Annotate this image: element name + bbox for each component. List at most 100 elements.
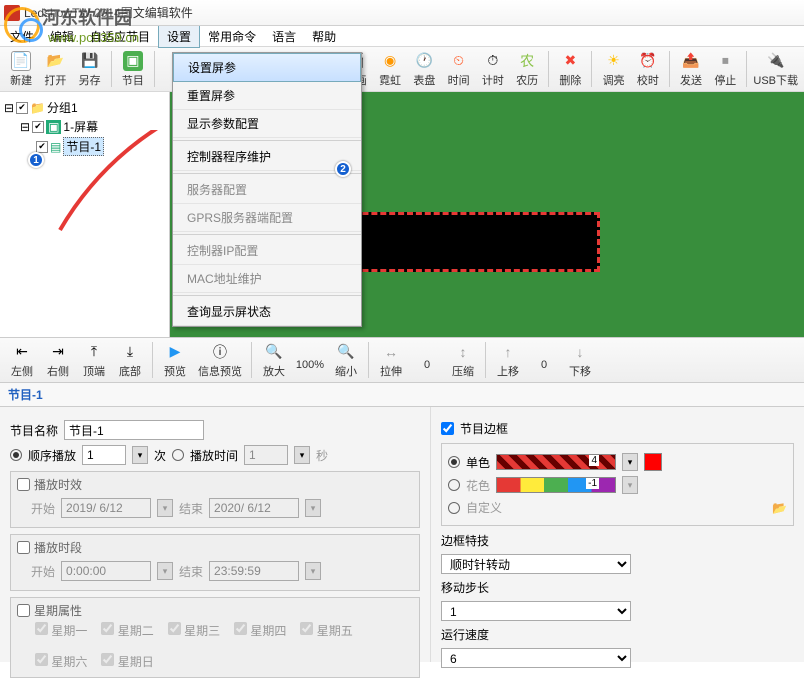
tb-save[interactable]: 💾另存 (75, 51, 105, 88)
menu-lang[interactable]: 语言 (264, 26, 304, 47)
mi-set-screen[interactable]: 设置屏参 (173, 53, 361, 82)
input-date-end (209, 498, 299, 518)
lt-zoomin[interactable]: 🔍放大 (258, 342, 290, 379)
app-title: LedshowTW 2014图文编辑软件 (24, 4, 193, 21)
input-time-end (209, 561, 299, 581)
tb-delete[interactable]: ✖删除 (555, 51, 585, 88)
tb-open[interactable]: 📂打开 (40, 51, 70, 88)
section-title: 节目-1 (0, 383, 804, 407)
group-play-effect: 播放时效 开始 ▾ 结束 ▾ (10, 471, 420, 528)
menu-edit[interactable]: 编辑 (42, 26, 82, 47)
menu-file[interactable]: 文件 (2, 26, 42, 47)
menu-cmd[interactable]: 常用命令 (200, 26, 264, 47)
tb-usb[interactable]: 🔌USB下载 (753, 51, 798, 88)
group-week-attr: 星期属性 星期一 星期二 星期三 星期四 星期五 星期六 星期日 (10, 597, 420, 678)
input-play-time (244, 445, 288, 465)
mi-mac-cfg[interactable]: MAC地址维护 (173, 265, 361, 293)
mi-gprs-cfg[interactable]: GPRS服务器端配置 (173, 204, 361, 232)
lbl-week-attr: 星期属性 (34, 602, 82, 619)
tree-group[interactable]: ⊟✔📁分组1 (4, 98, 165, 117)
tb-stop[interactable]: ⏹停止 (710, 51, 740, 88)
lt-pct: 100% (294, 349, 326, 371)
menu-settings[interactable]: 设置 (158, 25, 200, 48)
tb-timer[interactable]: ⏱计时 (478, 51, 508, 88)
tb-program[interactable]: ▣节目 (118, 51, 148, 88)
radio-seq-play[interactable] (10, 449, 22, 461)
lbl-sec: 秒 (316, 447, 328, 464)
input-program-name[interactable] (64, 420, 204, 440)
group-play-period: 播放时段 开始 ▾ 结束 ▾ (10, 534, 420, 591)
lbl-times: 次 (154, 447, 166, 464)
lt-left[interactable]: ⇤左侧 (6, 342, 38, 379)
radio-single[interactable] (448, 456, 460, 468)
lt-info[interactable]: ⓘ信息预览 (195, 342, 245, 379)
tb-send[interactable]: 📤发送 (676, 51, 706, 88)
lbl-seq-play: 顺序播放 (28, 447, 76, 464)
radio-play-time[interactable] (172, 449, 184, 461)
chk-border[interactable] (441, 422, 454, 435)
lt-zero: 0 (411, 349, 443, 371)
tb-dial[interactable]: 🕐表盘 (409, 51, 439, 88)
properties-panel: 节目名称 顺序播放 ▾ 次 播放时间 ▾ 秒 播放时效 开始 ▾ 结束 ▾ 播放… (0, 407, 804, 662)
tb-bright[interactable]: ☀调亮 (598, 51, 628, 88)
tb-proof[interactable]: ⏰校时 (633, 51, 663, 88)
lt-up[interactable]: ↑上移 (492, 342, 524, 379)
annotation-badge-1: 1 (28, 152, 44, 168)
radio-flower[interactable] (448, 479, 460, 491)
tree-panel: ⊟✔📁分组1 ⊟✔▣1-屏幕 ✔▤节目-1 1 (0, 92, 170, 337)
select-speed[interactable]: 6 (441, 648, 631, 668)
chk-sat (35, 653, 48, 666)
chk-sun (101, 653, 114, 666)
lt-top[interactable]: ⤒顶端 (78, 342, 110, 379)
input-time-start (61, 561, 151, 581)
tb-neon[interactable]: ◉霓虹 (375, 51, 405, 88)
lt-compress[interactable]: ↕压缩 (447, 342, 479, 379)
chk-mon (35, 622, 48, 635)
lbl-program-name: 节目名称 (10, 422, 58, 439)
title-bar: LedshowTW 2014图文编辑软件 (0, 0, 804, 26)
color-picker[interactable] (644, 453, 662, 471)
select-step[interactable]: 1 (441, 601, 631, 621)
tb-time[interactable]: ⏲时间 (443, 51, 473, 88)
chk-play-period[interactable] (17, 541, 30, 554)
lbl-play-time: 播放时间 (190, 447, 238, 464)
mi-ip-cfg[interactable]: 控制器IP配置 (173, 237, 361, 265)
lt-zoomout[interactable]: 🔍缩小 (330, 342, 362, 379)
swatch-flower[interactable] (496, 477, 616, 493)
lt-bottom[interactable]: ⤓底部 (114, 342, 146, 379)
mi-server-cfg[interactable]: 服务器配置 (173, 176, 361, 204)
chk-week-attr[interactable] (17, 604, 30, 617)
input-date-start (61, 498, 151, 518)
lbl-play-period: 播放时段 (34, 539, 82, 556)
lt-stretch[interactable]: ↔拉伸 (375, 342, 407, 379)
lt-down[interactable]: ↓下移 (564, 342, 596, 379)
radio-custom[interactable] (448, 502, 460, 514)
settings-dropdown: 设置屏参 重置屏参 显示参数配置 控制器程序维护 服务器配置 GPRS服务器端配… (172, 52, 362, 327)
lower-toolbar: ⇤左侧 ⇥右侧 ⤒顶端 ⤓底部 ▶预览 ⓘ信息预览 🔍放大 100% 🔍缩小 ↔… (0, 337, 804, 383)
lbl-step: 移动步长 (441, 579, 489, 596)
tb-new[interactable]: 📄新建 (6, 51, 36, 88)
main-toolbar: 📄新建 📂打开 💾另存 ▣节目 🎬动画 ◉霓虹 🕐表盘 ⏲时间 ⏱计时 农农历 … (0, 46, 804, 92)
chk-tue (101, 622, 114, 635)
chk-thu (234, 622, 247, 635)
mi-show-param[interactable]: 显示参数配置 (173, 110, 361, 138)
lbl-effect: 边框特技 (441, 532, 489, 549)
chk-fri (300, 622, 313, 635)
open-file-icon[interactable]: 📂 (772, 501, 787, 515)
lbl-border: 节目边框 (460, 420, 508, 437)
tree-screen[interactable]: ⊟✔▣1-屏幕 (4, 117, 165, 136)
lt-preview[interactable]: ▶预览 (159, 342, 191, 379)
menu-auto[interactable]: 自适应节目 (82, 26, 158, 47)
mi-query-status[interactable]: 查询显示屏状态 (173, 298, 361, 326)
select-effect[interactable]: 顺时针转动 (441, 554, 631, 574)
chk-wed (168, 622, 181, 635)
chk-play-effect[interactable] (17, 478, 30, 491)
input-seq-count[interactable] (82, 445, 126, 465)
mi-ctrl-maint[interactable]: 控制器程序维护 (173, 143, 361, 171)
lt-right[interactable]: ⇥右侧 (42, 342, 74, 379)
swatch-single[interactable] (496, 454, 616, 470)
menu-help[interactable]: 帮助 (304, 26, 344, 47)
tree-program[interactable]: ✔▤节目-1 (4, 136, 165, 157)
tb-lunar[interactable]: 农农历 (512, 51, 542, 88)
mi-reset-screen[interactable]: 重置屏参 (173, 82, 361, 110)
